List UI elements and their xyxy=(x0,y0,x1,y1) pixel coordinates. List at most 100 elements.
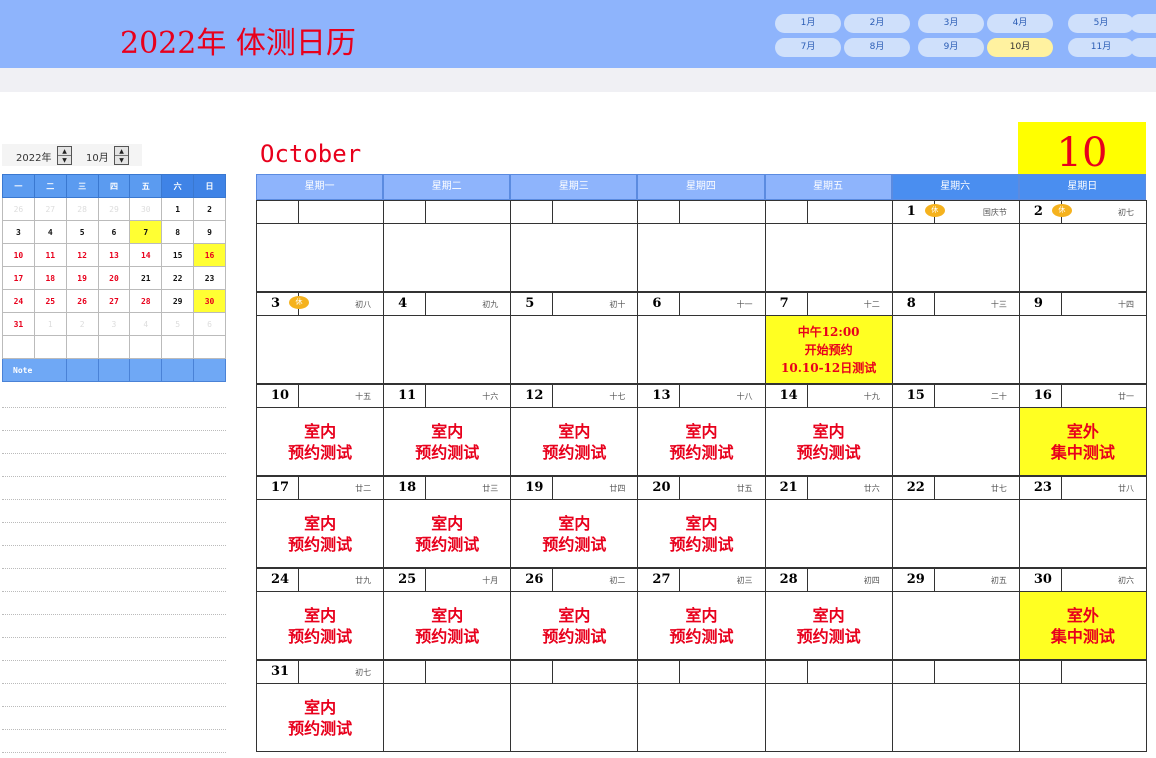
note-line[interactable] xyxy=(2,477,226,500)
day-cell[interactable]: 室外 集中测试 xyxy=(1018,591,1147,660)
mini-day[interactable]: 28 xyxy=(129,289,163,313)
mini-day[interactable]: 1 xyxy=(33,312,67,336)
mini-day[interactable] xyxy=(65,335,99,359)
day-header[interactable]: 11 十六 xyxy=(383,384,512,408)
month-button[interactable]: 10月 xyxy=(987,38,1053,57)
day-header[interactable]: 27 初三 xyxy=(637,568,766,592)
day-header[interactable]: 3 休 初八 xyxy=(256,292,385,316)
day-header[interactable]: 20 廿五 xyxy=(637,476,766,500)
day-cell[interactable] xyxy=(764,223,893,292)
mini-day[interactable]: 19 xyxy=(65,266,99,290)
day-header[interactable] xyxy=(256,200,385,224)
note-line[interactable] xyxy=(2,546,226,569)
day-cell[interactable]: 室内 预约测试 xyxy=(383,499,512,568)
mini-day[interactable]: 30 xyxy=(193,289,226,313)
day-header[interactable] xyxy=(891,660,1020,684)
notes-area[interactable] xyxy=(2,385,226,753)
day-cell[interactable]: 室内 预约测试 xyxy=(637,499,766,568)
day-header[interactable]: 17 廿二 xyxy=(256,476,385,500)
note-line[interactable] xyxy=(2,408,226,431)
mini-day[interactable]: 2 xyxy=(65,312,99,336)
day-cell[interactable] xyxy=(1018,315,1147,384)
month-button[interactable]: 5月 xyxy=(1068,14,1134,33)
day-cell[interactable]: 室内 预约测试 xyxy=(510,591,639,660)
note-line[interactable] xyxy=(2,707,226,730)
mini-day[interactable]: 15 xyxy=(161,243,195,267)
day-header[interactable] xyxy=(637,660,766,684)
mini-day[interactable]: 3 xyxy=(2,220,35,244)
month-button[interactable]: 8月 xyxy=(844,38,910,57)
mini-day[interactable]: 10 xyxy=(2,243,35,267)
day-cell[interactable]: 室内 预约测试 xyxy=(510,499,639,568)
day-header[interactable] xyxy=(383,660,512,684)
day-cell[interactable] xyxy=(637,315,766,384)
day-header[interactable]: 4 初九 xyxy=(383,292,512,316)
mini-day[interactable] xyxy=(33,335,67,359)
mini-day[interactable]: 20 xyxy=(97,266,131,290)
mini-day[interactable]: 6 xyxy=(97,220,131,244)
day-header[interactable]: 18 廿三 xyxy=(383,476,512,500)
day-header[interactable]: 31 初七 xyxy=(256,660,385,684)
month-button[interactable]: 1月 xyxy=(775,14,841,33)
day-cell[interactable] xyxy=(256,223,385,292)
day-cell[interactable] xyxy=(510,223,639,292)
mini-day[interactable]: 8 xyxy=(161,220,195,244)
mini-day[interactable]: 2 xyxy=(193,197,226,221)
mini-day[interactable] xyxy=(129,335,163,359)
day-header[interactable]: 1 休 国庆节 xyxy=(891,200,1020,224)
day-cell[interactable] xyxy=(891,683,1020,752)
mini-day[interactable]: 7 xyxy=(129,220,163,244)
day-header[interactable]: 14 十九 xyxy=(764,384,893,408)
day-cell[interactable] xyxy=(383,683,512,752)
day-cell[interactable] xyxy=(891,223,1020,292)
mini-day[interactable]: 1 xyxy=(161,197,195,221)
day-cell[interactable]: 室外 集中测试 xyxy=(1018,407,1147,476)
month-button-overflow[interactable] xyxy=(1130,38,1156,57)
mini-day[interactable]: 23 xyxy=(193,266,226,290)
day-header[interactable]: 22 廿七 xyxy=(891,476,1020,500)
day-header[interactable]: 21 廿六 xyxy=(764,476,893,500)
mini-day[interactable]: 22 xyxy=(161,266,195,290)
day-cell[interactable] xyxy=(1018,499,1147,568)
day-cell[interactable]: 室内 预约测试 xyxy=(764,591,893,660)
day-header[interactable]: 30 初六 xyxy=(1018,568,1147,592)
month-button[interactable]: 7月 xyxy=(775,38,841,57)
mini-day[interactable]: 18 xyxy=(33,266,67,290)
mini-day[interactable]: 26 xyxy=(2,197,35,221)
day-cell[interactable] xyxy=(764,499,893,568)
mini-day[interactable]: 4 xyxy=(129,312,163,336)
mini-day[interactable]: 24 xyxy=(2,289,35,313)
day-header[interactable]: 29 初五 xyxy=(891,568,1020,592)
spin-down-icon[interactable]: ▼ xyxy=(115,156,128,165)
mini-day[interactable]: 12 xyxy=(65,243,99,267)
mini-day[interactable]: 29 xyxy=(161,289,195,313)
note-line[interactable] xyxy=(2,730,226,753)
day-header[interactable] xyxy=(637,200,766,224)
mini-day[interactable]: 25 xyxy=(33,289,67,313)
day-header[interactable]: 28 初四 xyxy=(764,568,893,592)
day-header[interactable]: 24 廿九 xyxy=(256,568,385,592)
note-line[interactable] xyxy=(2,638,226,661)
spin-down-icon[interactable]: ▼ xyxy=(58,156,71,165)
note-line[interactable] xyxy=(2,523,226,546)
mini-day[interactable]: 14 xyxy=(129,243,163,267)
note-line[interactable] xyxy=(2,684,226,707)
day-header[interactable]: 13 十八 xyxy=(637,384,766,408)
mini-day[interactable]: 16 xyxy=(193,243,226,267)
day-header[interactable] xyxy=(510,660,639,684)
mini-day[interactable]: 6 xyxy=(193,312,226,336)
day-cell[interactable] xyxy=(891,499,1020,568)
day-cell[interactable]: 室内 预约测试 xyxy=(383,591,512,660)
note-line[interactable] xyxy=(2,385,226,408)
day-cell[interactable] xyxy=(1018,683,1147,752)
mini-day[interactable]: 3 xyxy=(97,312,131,336)
day-header[interactable]: 26 初二 xyxy=(510,568,639,592)
spin-up-icon[interactable]: ▲ xyxy=(115,147,128,156)
day-cell[interactable]: 室内 预约测试 xyxy=(256,407,385,476)
month-button[interactable]: 9月 xyxy=(918,38,984,57)
day-header[interactable]: 2 休 初七 xyxy=(1018,200,1147,224)
mini-day[interactable]: 13 xyxy=(97,243,131,267)
day-header[interactable]: 9 十四 xyxy=(1018,292,1147,316)
note-line[interactable] xyxy=(2,615,226,638)
day-header[interactable] xyxy=(764,660,893,684)
